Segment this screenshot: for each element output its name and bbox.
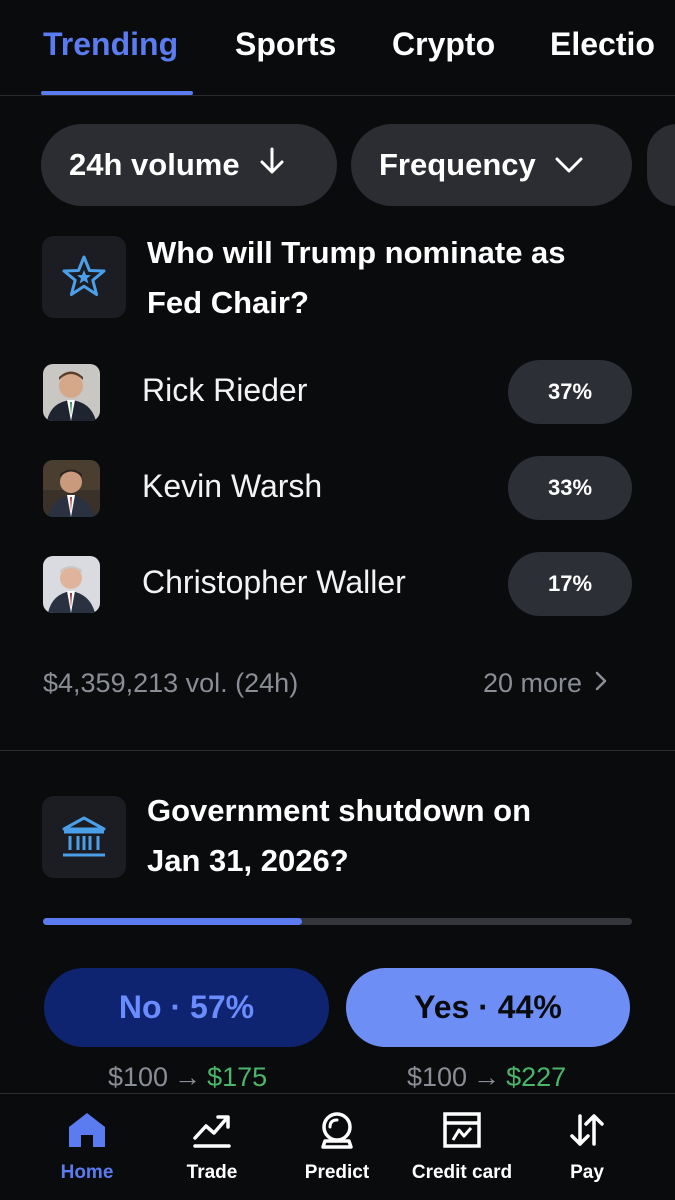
outcome-name: Kevin Warsh [142,468,323,504]
nav-credit-card[interactable]: Credit card [402,1108,522,1184]
bet-no-button[interactable]: No · 57% [44,968,329,1047]
probability-bar [43,918,632,925]
outcome-percentage[interactable]: 37% [508,360,632,424]
sort-volume-button[interactable]: 24h volume [41,124,337,206]
avatar-kevin-warsh [43,460,100,517]
market-volume: $4,359,213 vol. (24h) [43,668,299,698]
app-root: Trending Sports Crypto Electio 24h volum… [0,0,675,1200]
sort-volume-label: 24h volume [69,147,240,182]
probability-bar-fill [43,918,303,925]
crystal-ball-icon [315,1108,359,1152]
tab-trending[interactable]: Trending [43,26,178,63]
nav-trade[interactable]: Trade [152,1108,272,1184]
outcome-name: Rick Rieder [142,372,308,408]
arrow-down-icon [258,146,286,184]
active-tab-indicator [41,91,193,95]
yes-payout: $100 → $227 [407,1062,567,1092]
bottom-navigation: Home Trade Predict Credit card Pay [0,1093,675,1200]
market-title-shutdown[interactable]: Government shutdown on Jan 31, 2026? [147,786,647,886]
chevron-right-icon [594,668,608,699]
outcome-name: Christopher Waller [142,564,406,600]
bet-yes-button[interactable]: Yes · 44% [346,968,630,1047]
nav-predict[interactable]: Predict [277,1108,397,1184]
outcome-row[interactable]: Kevin Warsh 33% [0,456,675,520]
frequency-label: Frequency [379,147,536,182]
nav-home[interactable]: Home [27,1108,147,1184]
trade-chart-icon [190,1108,234,1152]
more-outcomes-label: 20 more [483,668,583,698]
frequency-dropdown[interactable]: Frequency [351,124,632,206]
bank-icon [42,796,126,878]
tab-elections[interactable]: Electio [550,26,655,63]
tab-crypto[interactable]: Crypto [392,26,495,63]
tab-sports[interactable]: Sports [235,26,336,63]
avatar-rick-rieder [43,364,100,421]
outcome-percentage[interactable]: 33% [508,456,632,520]
outcome-row[interactable]: Rick Rieder 37% [0,360,675,424]
filter-button-partial[interactable] [647,124,675,206]
transfer-arrows-icon [565,1108,609,1152]
credit-card-icon [440,1108,484,1152]
home-icon [65,1108,109,1152]
nav-pay[interactable]: Pay [527,1108,647,1184]
no-payout: $100 → $175 [108,1062,268,1092]
outcome-row[interactable]: Christopher Waller 17% [0,552,675,616]
outcome-percentage[interactable]: 17% [508,552,632,616]
section-divider [0,750,675,751]
chevron-down-icon [554,147,584,183]
market-title-fed-chair[interactable]: Who will Trump nominate as Fed Chair? [147,228,647,328]
more-outcomes-link[interactable]: 20 more [483,668,608,699]
avatar-christopher-waller [43,556,100,613]
category-tabs: Trending Sports Crypto Electio [0,0,675,96]
star-icon [42,236,126,318]
